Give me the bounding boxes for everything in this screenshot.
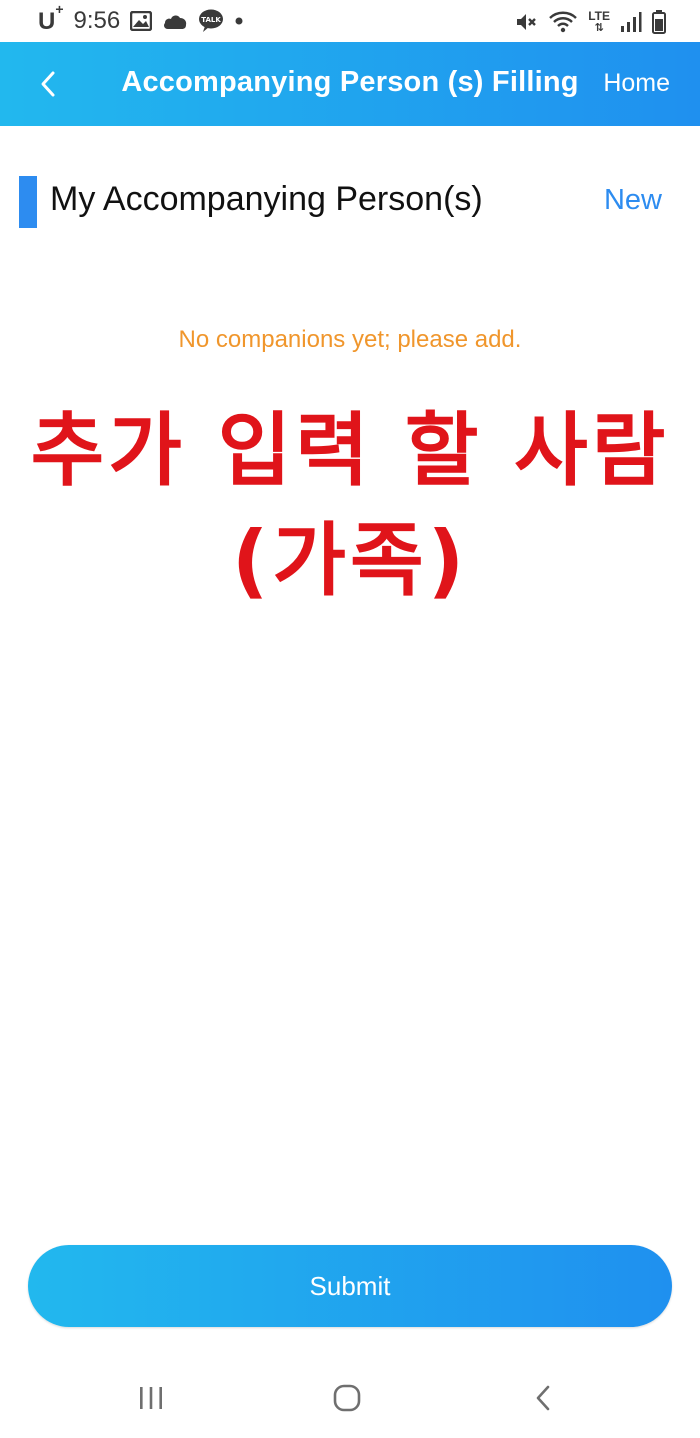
- nav-back-button[interactable]: [513, 1376, 573, 1420]
- talk-bubble-icon: TALK: [198, 9, 224, 33]
- recents-icon: [140, 1387, 162, 1409]
- signal-icon: [620, 11, 642, 33]
- new-companion-link[interactable]: New: [604, 184, 662, 217]
- notification-dot-icon: [234, 16, 244, 26]
- network-type-label: LTE ⇅: [588, 9, 610, 34]
- system-nav-bar: [0, 1358, 700, 1438]
- cloud-icon: [162, 12, 188, 30]
- submit-button[interactable]: Submit: [28, 1245, 672, 1327]
- nav-recents-button[interactable]: [121, 1376, 181, 1420]
- status-right: LTE ⇅: [514, 8, 666, 36]
- app-screen: U+ 9:56 TALK LTE ⇅ Accompanying Person (…: [0, 0, 700, 1438]
- annotation-overlay: 추가 입력 할 사람 (가족): [0, 396, 700, 616]
- status-bar: U+ 9:56 TALK LTE ⇅: [0, 0, 700, 42]
- status-time: 9:56: [73, 7, 121, 34]
- annotation-line-2: (가족): [231, 514, 469, 607]
- battery-icon: [652, 10, 666, 34]
- status-left: U+ 9:56 TALK: [38, 0, 244, 36]
- wifi-icon: [548, 10, 578, 34]
- home-link[interactable]: Home: [603, 69, 670, 98]
- svg-text:TALK: TALK: [201, 16, 221, 24]
- image-icon: [130, 11, 153, 31]
- section-accent-bar: [19, 176, 37, 228]
- home-circle-icon: [333, 1384, 361, 1412]
- section-header: My Accompanying Person(s) New: [0, 172, 700, 230]
- nav-back-icon: [536, 1385, 550, 1411]
- empty-state-message: No companions yet; please add.: [178, 326, 522, 353]
- nav-home-button[interactable]: [317, 1376, 377, 1420]
- carrier-label: U+: [38, 0, 64, 35]
- annotation-line-1: 추가 입력 할 사람: [30, 404, 670, 497]
- mute-icon: [514, 10, 538, 34]
- app-header: Accompanying Person (s) Filling Home: [0, 42, 700, 126]
- page-title: Accompanying Person (s) Filling: [121, 66, 579, 98]
- section-title: My Accompanying Person(s): [50, 180, 483, 218]
